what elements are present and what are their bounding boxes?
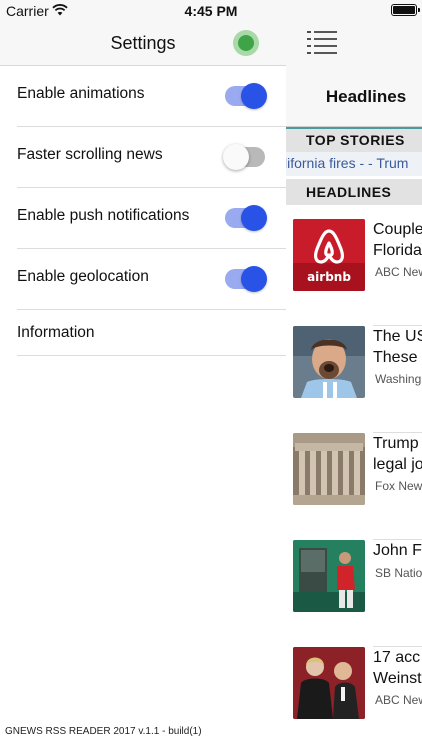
setting-row-push-notifications[interactable]: Enable push notifications (0, 188, 286, 249)
news-headline: John F (373, 542, 422, 559)
news-panel[interactable]: Headlines TOP STORIES lifornia fires - -… (286, 0, 422, 750)
toggle-faster-scrolling[interactable] (223, 144, 265, 170)
status-clock: 4:45 PM (184, 3, 238, 19)
toggle-knob (241, 205, 267, 231)
setting-row-faster-scrolling[interactable]: Faster scrolling news (0, 127, 286, 188)
ticker-text: lifornia fires - - Trum (286, 155, 409, 171)
soccer-player-thumbnail (293, 326, 365, 398)
news-source: Fox New (375, 479, 422, 493)
connection-status-indicator (233, 30, 259, 56)
top-stories-bar: TOP STORIES (286, 127, 422, 152)
setting-label-animations: Enable animations (17, 85, 145, 102)
news-headline: Trump legal jo (373, 435, 422, 473)
news-headline: The US These (373, 328, 422, 366)
setting-label-faster-scrolling: Faster scrolling news (17, 146, 163, 163)
toggle-animations[interactable] (225, 83, 267, 109)
toggle-knob (223, 144, 249, 170)
status-bar: Carrier 4:45 PM (0, 0, 422, 22)
setting-label-geolocation: Enable geolocation (17, 268, 149, 285)
svg-text:airbnb: airbnb (307, 270, 351, 284)
news-source: ABC New (375, 693, 422, 707)
people-event-thumbnail (293, 647, 365, 719)
toggle-knob (241, 266, 267, 292)
app-version-footer: GNEWS RSS READER 2017 v.1.1 - build(1) (5, 726, 202, 737)
toggle-geolocation[interactable] (225, 266, 267, 292)
news-source: Washing (375, 372, 422, 386)
news-item[interactable]: The US These Washing (286, 326, 422, 433)
row-divider (17, 355, 286, 356)
toggle-push-notifications[interactable] (225, 205, 267, 231)
headlines-bar: HEADLINES (286, 179, 422, 205)
setting-row-information[interactable]: Information (0, 310, 286, 356)
news-source: SB Natio (375, 566, 422, 580)
setting-row-animations[interactable]: Enable animations (0, 66, 286, 127)
courthouse-thumbnail (293, 433, 365, 505)
top-stories-ticker[interactable]: lifornia fires - - Trum (286, 152, 422, 176)
toggle-knob (241, 83, 267, 109)
headlines-section-label: HEADLINES (306, 184, 392, 200)
menu-list-icon[interactable] (306, 30, 338, 56)
information-label: Information (17, 324, 95, 341)
baseball-dugout-thumbnail (293, 540, 365, 612)
news-headline: Couple Florida (373, 221, 422, 259)
settings-panel: Settings Enable animations Faster scroll… (0, 0, 286, 750)
news-item[interactable]: John F SB Natio (286, 540, 422, 647)
news-item[interactable]: airbnb Couple Florida ABC New (286, 219, 422, 326)
airbnb-logo-thumbnail: airbnb (293, 219, 365, 291)
news-title: Headlines (325, 87, 407, 106)
battery-icon (391, 4, 420, 16)
news-headline: 17 acc Weinst (373, 649, 422, 687)
news-item[interactable]: 17 acc Weinst ABC New (286, 647, 422, 750)
news-source: ABC New (375, 265, 422, 279)
top-stories-label: TOP STORIES (306, 132, 405, 148)
news-item[interactable]: Trump legal jo Fox New (286, 433, 422, 540)
setting-row-geolocation[interactable]: Enable geolocation (0, 249, 286, 310)
setting-label-push-notifications: Enable push notifications (17, 207, 190, 224)
